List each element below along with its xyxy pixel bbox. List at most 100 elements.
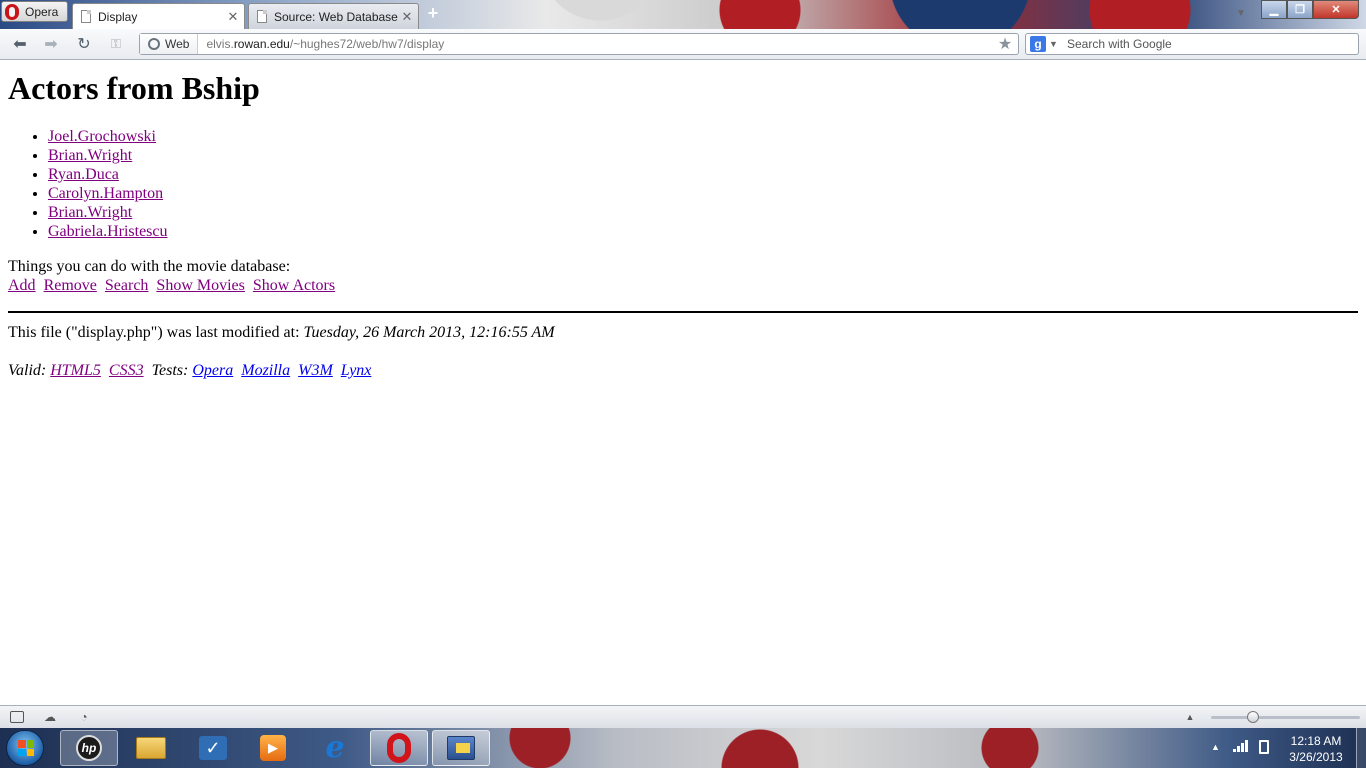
divider (8, 311, 1358, 313)
last-modified-line: This file ("display.php") was last modif… (8, 323, 1358, 342)
opera-menu-label: Opera (25, 4, 59, 19)
forward-button[interactable]: ➡ (40, 34, 62, 54)
internet-explorer-icon: e (325, 730, 345, 765)
show-desktop-button[interactable] (1356, 728, 1366, 768)
url-host: rowan.edu (233, 37, 290, 51)
modified-date: Tuesday, 26 March 2013, 12:16:55 AM (303, 324, 555, 341)
close-tab-icon[interactable]: ✕ (226, 9, 240, 25)
chart-app-icon: ✓ (199, 736, 227, 760)
browser-tab-bar: Opera Display ✕ Source: Web Database ...… (0, 0, 1366, 29)
actor-list: Joel.Grochowski Brian.Wright Ryan.Duca C… (48, 127, 1358, 241)
lynx-test-link[interactable]: Lynx (341, 362, 372, 379)
bookmark-star-icon[interactable]: ★ (996, 34, 1014, 54)
url-path: /~hughes72/web/hw7/display (289, 37, 445, 51)
taskbar-opera[interactable] (370, 730, 428, 766)
start-button[interactable] (6, 730, 44, 766)
list-item: Brian.Wright (48, 203, 1358, 222)
speed-dial-icon[interactable]: ◔ (77, 711, 91, 723)
reload-button[interactable]: ↻ (73, 34, 95, 54)
css3-link[interactable]: CSS3 (109, 362, 144, 379)
show-movies-link[interactable]: Show Movies (156, 277, 244, 294)
actor-link[interactable]: Joel.Grochowski (48, 128, 156, 145)
network-app-icon (447, 736, 475, 760)
actor-link[interactable]: Ryan.Duca (48, 166, 119, 183)
search-engine-dropdown-icon[interactable]: ▼ (1049, 39, 1061, 49)
minimize-button[interactable]: ▁ (1261, 0, 1287, 19)
mozilla-test-link[interactable]: Mozilla (241, 362, 290, 379)
opera-test-link[interactable]: Opera (192, 362, 233, 379)
list-item: Ryan.Duca (48, 165, 1358, 184)
folder-icon (136, 737, 166, 759)
w3m-test-link[interactable]: W3M (298, 362, 333, 379)
page-icon (257, 10, 267, 23)
panel-toggle-icon[interactable] (10, 711, 24, 723)
taskbar-internet-explorer[interactable]: e (306, 730, 364, 766)
html5-link[interactable]: HTML5 (50, 362, 101, 379)
search-field[interactable]: g ▼ Search with Google (1025, 33, 1359, 55)
media-player-icon: ▶ (260, 735, 286, 761)
close-tab-icon[interactable]: ✕ (400, 9, 414, 25)
close-window-button[interactable]: ✕ (1313, 0, 1359, 19)
page-icon (81, 10, 91, 23)
taskbar-explorer[interactable] (122, 730, 180, 766)
search-input[interactable]: Search with Google (1067, 37, 1172, 51)
modified-prefix: This file ("display.php") was last modif… (8, 324, 304, 341)
power-icon[interactable] (1259, 740, 1269, 754)
valid-label: Valid: (8, 362, 47, 379)
site-info-badge[interactable]: Web (140, 34, 199, 54)
remove-link[interactable]: Remove (44, 277, 97, 294)
hp-logo-icon: hp (76, 735, 102, 761)
address-input[interactable]: elvis.rowan.edu/~hughes72/web/hw7/displa… (206, 37, 996, 51)
opera-logo-icon (5, 3, 19, 20)
page-title: Actors from Bship (8, 70, 260, 106)
actor-link[interactable]: Brian.Wright (48, 147, 132, 164)
actor-link[interactable]: Carolyn.Hampton (48, 185, 163, 202)
add-link[interactable]: Add (8, 277, 36, 294)
actor-link[interactable]: Gabriela.Hristescu (48, 223, 168, 240)
new-tab-button[interactable]: + (424, 4, 442, 22)
system-clock[interactable]: 12:18 AM 3/26/2013 (1281, 733, 1351, 765)
tab-label: Source: Web Database ... (274, 9, 400, 24)
wand-key-icon[interactable]: ⚿ (105, 34, 127, 54)
view-options-chevron-icon[interactable]: ▲ (1183, 711, 1197, 723)
google-icon[interactable]: g (1030, 36, 1046, 52)
windows-taskbar: hp ✓ ▶ e ▲ 12:18 AM 3/26/2013 (0, 728, 1366, 768)
back-button[interactable]: ⬅ (9, 34, 31, 54)
url-prefix: elvis. (206, 37, 234, 51)
list-item: Brian.Wright (48, 146, 1358, 165)
actions-section: Things you can do with the movie databas… (8, 257, 1358, 295)
maximize-button[interactable]: ❐ (1287, 0, 1313, 19)
list-item: Gabriela.Hristescu (48, 222, 1358, 241)
site-badge-label: Web (165, 37, 190, 51)
taskbar-hp-app[interactable]: hp (60, 730, 118, 766)
tab-display[interactable]: Display ✕ (72, 3, 245, 29)
clock-time: 12:18 AM (1290, 734, 1342, 748)
address-field[interactable]: Web elvis.rowan.edu/~hughes72/web/hw7/di… (139, 33, 1019, 55)
zoom-slider[interactable] (1211, 716, 1360, 719)
clock-date: 3/26/2013 (1289, 750, 1343, 764)
tab-source[interactable]: Source: Web Database ... ✕ (248, 3, 419, 29)
show-actors-link[interactable]: Show Actors (253, 277, 335, 294)
taskbar-chart-app[interactable]: ✓ (184, 730, 242, 766)
taskbar-network-app[interactable] (432, 730, 490, 766)
tab-menu-chevron-icon[interactable]: ▼ (1236, 8, 1246, 19)
globe-icon (148, 38, 160, 50)
opera-menu-button[interactable]: Opera (1, 1, 68, 22)
show-hidden-icons-chevron-icon[interactable]: ▲ (1211, 742, 1220, 752)
page-content: Actors from Bship Joel.Grochowski Brian.… (0, 61, 1366, 705)
actions-links: Add Remove Search Show Movies Show Actor… (8, 276, 1358, 295)
window-controls: ▁ ❐ ✕ (1261, 0, 1361, 19)
zoom-slider-handle[interactable] (1247, 711, 1259, 723)
navigation-bar: ⬅ ➡ ↻ ⚿ Web elvis.rowan.edu/~hughes72/we… (0, 29, 1366, 60)
search-link[interactable]: Search (105, 277, 149, 294)
network-signal-icon[interactable] (1233, 740, 1249, 752)
opera-icon (387, 733, 411, 763)
validation-line: Valid: HTML5 CSS3 Tests: Opera Mozilla W… (8, 361, 1358, 380)
actions-label: Things you can do with the movie databas… (8, 258, 291, 275)
tests-label: Tests: (151, 362, 189, 379)
browser-status-bar: ☁ ◔ ▲ (0, 705, 1366, 728)
cloud-icon[interactable]: ☁ (43, 711, 57, 723)
actor-link[interactable]: Brian.Wright (48, 204, 132, 221)
windows-logo-icon (18, 740, 34, 756)
taskbar-media-app[interactable]: ▶ (244, 730, 302, 766)
